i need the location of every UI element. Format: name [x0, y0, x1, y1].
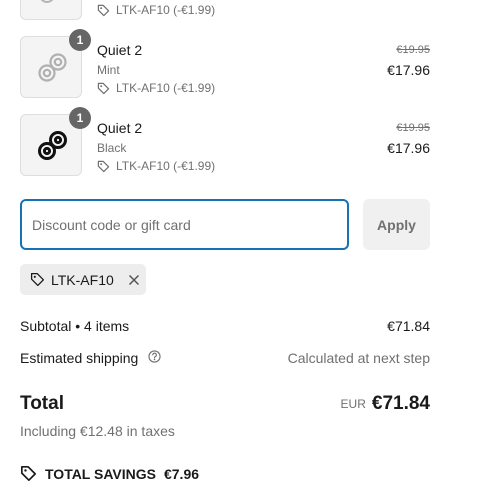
remove-discount-button[interactable]	[128, 274, 140, 286]
currency-code: EUR	[340, 397, 366, 411]
item-discount-text: LTK-AF10 (-€1.99)	[116, 81, 216, 95]
item-variant: Mint	[97, 63, 120, 77]
item-discount: LTK-AF10 (-€1.99)	[97, 3, 215, 17]
item-original-price: €19.95	[396, 122, 430, 134]
earplug-icon	[40, 0, 54, 3]
shipping-label: Estimated shipping	[20, 350, 139, 366]
item-name: Quiet 2	[97, 120, 143, 136]
item-discount: LTK-AF10 (-€1.99)	[97, 81, 215, 95]
total-value: €71.84	[371, 393, 430, 414]
discount-form: Apply	[20, 199, 430, 251]
cart-item: 1 Quiet 2 Mint LTK-AF10 (-€1.99) €19.95 …	[20, 29, 430, 100]
apply-button[interactable]: Apply	[363, 199, 430, 250]
item-discount: LTK-AF10 (-€1.99)	[97, 159, 215, 173]
tag-icon	[97, 4, 110, 16]
earplug-black-icon	[38, 131, 67, 160]
savings-label: TOTAL SAVINGS	[45, 465, 156, 482]
item-price: €17.96	[387, 62, 430, 78]
subtotal-label: Subtotal • 4 items	[20, 318, 130, 334]
quantity-badge: 1	[69, 107, 91, 129]
applied-discount-chip: LTK-AF10	[20, 264, 146, 295]
tag-icon	[97, 160, 110, 172]
tag-icon	[30, 272, 45, 287]
shipping-row: Estimated shipping Calculated at next st…	[20, 350, 430, 367]
total-label: Total	[20, 393, 64, 414]
product-thumbnail	[20, 0, 82, 20]
item-price: €17.96	[387, 140, 430, 156]
tag-icon	[97, 82, 110, 94]
item-variant: Black	[97, 141, 127, 155]
question-circle-icon	[148, 350, 161, 363]
help-button[interactable]	[148, 350, 161, 366]
item-discount-text: LTK-AF10 (-€1.99)	[116, 3, 216, 17]
close-icon	[128, 274, 139, 285]
savings-value: €7.96	[163, 465, 200, 482]
item-original-price: €19.95	[396, 44, 430, 56]
item-name: Quiet 2	[97, 42, 143, 58]
subtotal-row: Subtotal • 4 items €71.84	[20, 318, 430, 334]
total-savings: TOTAL SAVINGS €7.96	[20, 465, 199, 482]
cart-item: 1 Quiet 2 Black LTK-AF10 (-€1.99) €19.95…	[20, 107, 430, 178]
earplug-white-icon	[38, 53, 67, 82]
product-thumbnail: 1	[20, 29, 91, 98]
discount-code-input[interactable]	[20, 199, 349, 250]
item-discount-text: LTK-AF10 (-€1.99)	[116, 159, 216, 173]
quantity-badge: 1	[69, 29, 91, 51]
cart-item: LTK-AF10 (-€1.99)	[20, 0, 430, 22]
applied-code-label: LTK-AF10	[51, 271, 114, 288]
product-thumbnail: 1	[20, 107, 91, 176]
total-row: Total EUR €71.84	[20, 393, 430, 415]
subtotal-value: €71.84	[387, 318, 430, 334]
taxes-note: Including €12.48 in taxes	[20, 423, 175, 439]
tag-icon	[20, 465, 37, 482]
shipping-value: Calculated at next step	[287, 350, 430, 366]
